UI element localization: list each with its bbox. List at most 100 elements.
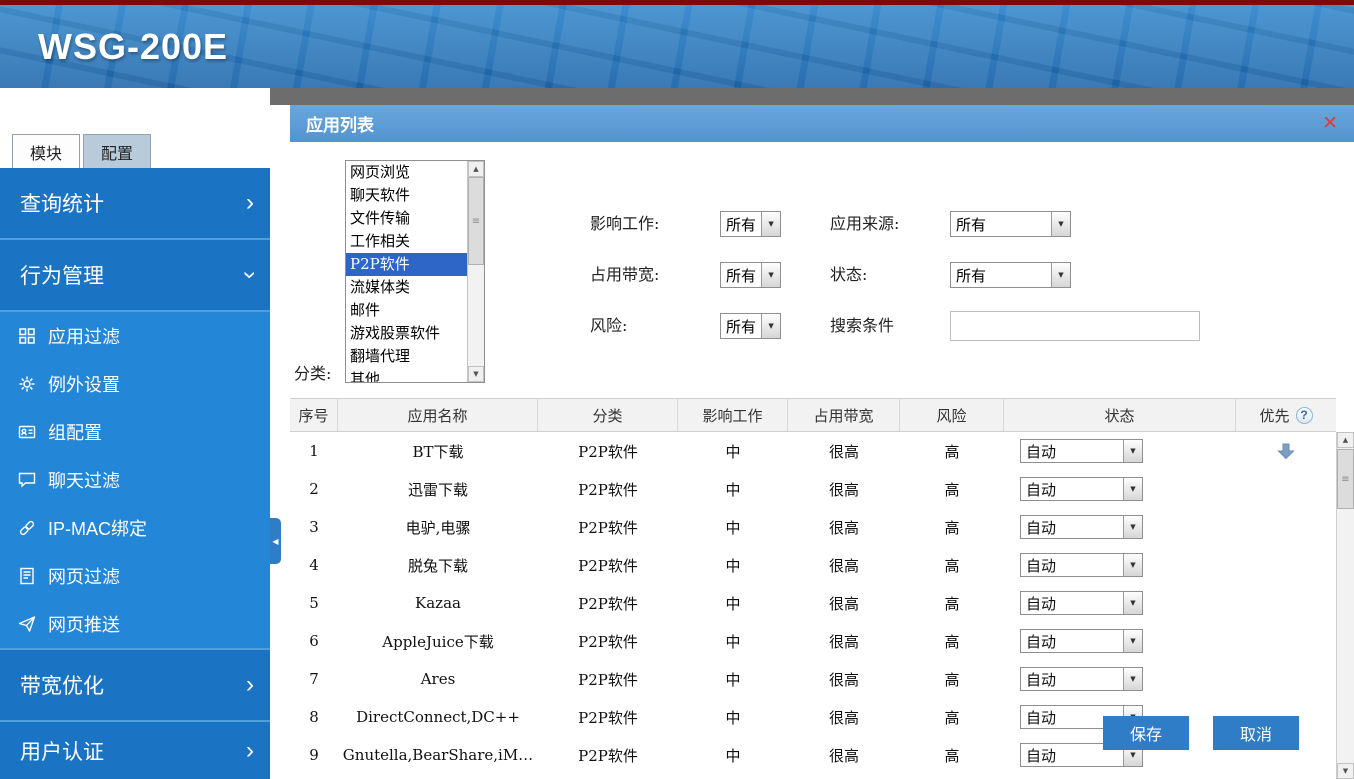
status-select[interactable]: 自动▼ (1020, 477, 1143, 501)
risk-filter-select[interactable]: 所有▼ (720, 313, 781, 339)
bandwidth-filter-select[interactable]: 所有▼ (720, 262, 781, 288)
cell-bandwidth: 很高 (788, 660, 900, 698)
cell-status: 自动▼ (1004, 584, 1236, 622)
sidebar-collapse-handle[interactable]: ◀ (270, 518, 281, 564)
cell-bandwidth: 很高 (788, 470, 900, 508)
scrollbar-thumb[interactable]: ≡ (468, 177, 484, 265)
cell-impact: 中 (678, 584, 788, 622)
cell-risk: 高 (900, 432, 1004, 470)
section-label: 用户认证 (20, 736, 104, 766)
cancel-button[interactable]: 取消 (1213, 716, 1299, 750)
category-option[interactable]: 翻墙代理 (346, 345, 467, 368)
status-select[interactable]: 自动▼ (1020, 667, 1143, 691)
table-row: 3电驴,电骡P2P软件中很高高自动▼ (290, 508, 1336, 546)
cell-name: 迅雷下载 (338, 470, 538, 508)
sidebar-item-label: 网页过滤 (48, 563, 120, 589)
category-option[interactable]: P2P软件 (346, 253, 467, 276)
category-option[interactable]: 文件传输 (346, 207, 467, 230)
status-select[interactable]: 自动▼ (1020, 591, 1143, 615)
help-icon[interactable]: ? (1296, 407, 1313, 424)
dropdown-arrow-icon[interactable]: ▼ (1123, 440, 1142, 462)
cell-name: Kazaa (338, 584, 538, 622)
cell-name: 脱兔下载 (338, 546, 538, 584)
sidebar-section-bandwidth[interactable]: 带宽优化 › (0, 650, 270, 722)
table-row: 4脱兔下载P2P软件中很高高自动▼ (290, 546, 1336, 584)
scroll-down-icon[interactable]: ▼ (468, 366, 484, 382)
dropdown-arrow-icon[interactable]: ▼ (1051, 212, 1070, 236)
cell-priority (1236, 660, 1336, 698)
category-option[interactable]: 其他 (346, 368, 467, 382)
dropdown-arrow-icon[interactable]: ▼ (1123, 630, 1142, 652)
dropdown-arrow-icon[interactable]: ▼ (1051, 263, 1070, 287)
dropdown-arrow-icon[interactable]: ▼ (761, 212, 780, 236)
category-option[interactable]: 工作相关 (346, 230, 467, 253)
status-select[interactable]: 自动▼ (1020, 515, 1143, 539)
priority-down-icon[interactable] (1276, 441, 1296, 461)
sidebar-item-label: 应用过滤 (48, 323, 120, 349)
dropdown-arrow-icon[interactable]: ▼ (1123, 554, 1142, 576)
cell-no: 5 (290, 584, 338, 622)
status-select[interactable]: 自动▼ (1020, 439, 1143, 463)
scroll-up-icon[interactable]: ▲ (1337, 432, 1354, 448)
category-list: 网页浏览聊天软件文件传输工作相关P2P软件流媒体类邮件游戏股票软件翻墙代理其他 (346, 161, 467, 382)
cell-risk: 高 (900, 698, 1004, 736)
cell-category: P2P软件 (538, 470, 678, 508)
sidebar-item-chat-filter[interactable]: 聊天过滤 (0, 456, 270, 504)
chevron-right-icon: › (246, 739, 254, 763)
dropdown-arrow-icon[interactable]: ▼ (761, 263, 780, 287)
dropdown-arrow-icon[interactable]: ▼ (1123, 668, 1142, 690)
source-filter-select[interactable]: 所有▼ (950, 211, 1071, 237)
sidebar-submenu: 应用过滤 例外设置 组配置 聊天过滤 IP-MAC绑定 网页过滤 (0, 312, 270, 650)
scroll-up-icon[interactable]: ▲ (468, 161, 484, 177)
tab-config[interactable]: 配置 (83, 134, 151, 168)
status-filter-select[interactable]: 所有▼ (950, 262, 1071, 288)
sidebar-item-group-config[interactable]: 组配置 (0, 408, 270, 456)
category-listbox[interactable]: 网页浏览聊天软件文件传输工作相关P2P软件流媒体类邮件游戏股票软件翻墙代理其他 … (345, 160, 485, 383)
sidebar-item-exception-settings[interactable]: 例外设置 (0, 360, 270, 408)
table-row: 7AresP2P软件中很高高自动▼ (290, 660, 1336, 698)
cell-category: P2P软件 (538, 736, 678, 774)
col-header-category: 分类 (538, 399, 678, 431)
save-button[interactable]: 保存 (1103, 716, 1189, 750)
tab-module[interactable]: 模块 (12, 134, 80, 168)
cell-name: 电驴,电骡 (338, 508, 538, 546)
sidebar-item-web-push[interactable]: 网页推送 (0, 600, 270, 648)
impact-filter-select[interactable]: 所有▼ (720, 211, 781, 237)
sidebar-item-label: IP-MAC绑定 (48, 515, 147, 541)
search-input[interactable] (950, 311, 1200, 341)
sidebar-item-ip-mac-binding[interactable]: IP-MAC绑定 (0, 504, 270, 552)
dropdown-arrow-icon[interactable]: ▼ (1123, 478, 1142, 500)
listbox-scrollbar[interactable]: ▲ ≡ ▼ (467, 161, 484, 382)
sidebar-item-web-filter[interactable]: 网页过滤 (0, 552, 270, 600)
sidebar-section-auth[interactable]: 用户认证 › (0, 722, 270, 779)
category-option[interactable]: 网页浏览 (346, 161, 467, 184)
sidebar-item-app-filter[interactable]: 应用过滤 (0, 312, 270, 360)
table-scrollbar[interactable]: ▲ ≡ ▼ (1336, 432, 1354, 779)
dropdown-arrow-icon[interactable]: ▼ (1123, 592, 1142, 614)
sidebar-item-label: 网页推送 (48, 611, 120, 637)
category-option[interactable]: 聊天软件 (346, 184, 467, 207)
status-select[interactable]: 自动▼ (1020, 629, 1143, 653)
cell-no: 6 (290, 622, 338, 660)
close-icon[interactable]: ✕ (1322, 112, 1338, 135)
chat-bubble-icon (16, 469, 38, 491)
gear-icon (16, 373, 38, 395)
cell-impact: 中 (678, 622, 788, 660)
scrollbar-thumb[interactable]: ≡ (1337, 449, 1354, 509)
category-option[interactable]: 流媒体类 (346, 276, 467, 299)
table-row: 2迅雷下载P2P软件中很高高自动▼ (290, 470, 1336, 508)
dropdown-arrow-icon[interactable]: ▼ (761, 314, 780, 338)
cell-status: 自动▼ (1004, 508, 1236, 546)
chevron-down-icon: › (238, 271, 262, 279)
sidebar-section-behavior[interactable]: 行为管理 › (0, 240, 270, 312)
sidebar-section-query-stats[interactable]: 查询统计 › (0, 168, 270, 240)
category-option[interactable]: 邮件 (346, 299, 467, 322)
scroll-down-icon[interactable]: ▼ (1337, 763, 1354, 779)
dropdown-arrow-icon[interactable]: ▼ (1123, 516, 1142, 538)
cell-no: 8 (290, 698, 338, 736)
cell-category: P2P软件 (538, 584, 678, 622)
status-select[interactable]: 自动▼ (1020, 553, 1143, 577)
cell-risk: 高 (900, 736, 1004, 774)
cell-status: 自动▼ (1004, 432, 1236, 470)
category-option[interactable]: 游戏股票软件 (346, 322, 467, 345)
